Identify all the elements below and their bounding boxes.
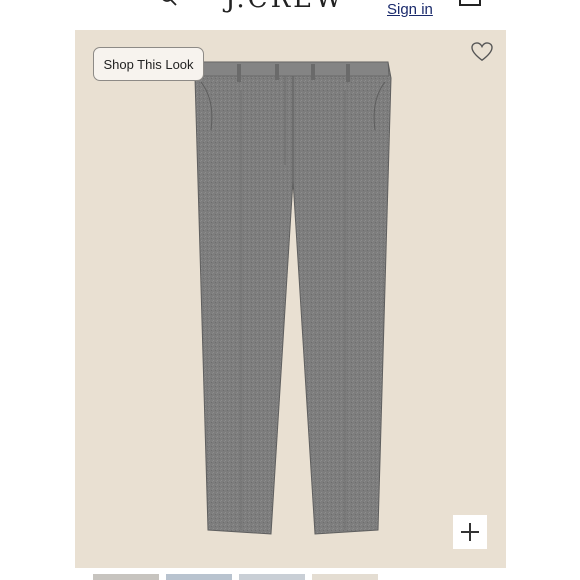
site-header: J.CREW Sign in [75,0,506,30]
left-margin [0,0,75,580]
thumbnail-image[interactable] [166,574,232,580]
brand-logo[interactable]: J.CREW [225,0,345,14]
thumbnail-image[interactable] [239,574,305,580]
zoom-button[interactable] [453,515,487,549]
search-icon[interactable] [161,0,177,6]
pants-image [194,61,392,535]
sign-in-link[interactable]: Sign in [387,1,433,18]
plus-icon [461,523,479,541]
shop-this-look-button[interactable]: Shop This Look [93,47,204,81]
right-margin [506,0,580,580]
shopping-bag-icon[interactable] [459,0,481,6]
product-page: J.CREW Sign in [75,0,506,580]
heart-icon[interactable] [471,42,493,62]
thumbnail-image[interactable] [93,574,159,580]
thumbnail-image[interactable] [312,574,378,580]
thumbnail-strip [75,568,506,580]
product-image[interactable]: Shop This Look [75,30,506,568]
